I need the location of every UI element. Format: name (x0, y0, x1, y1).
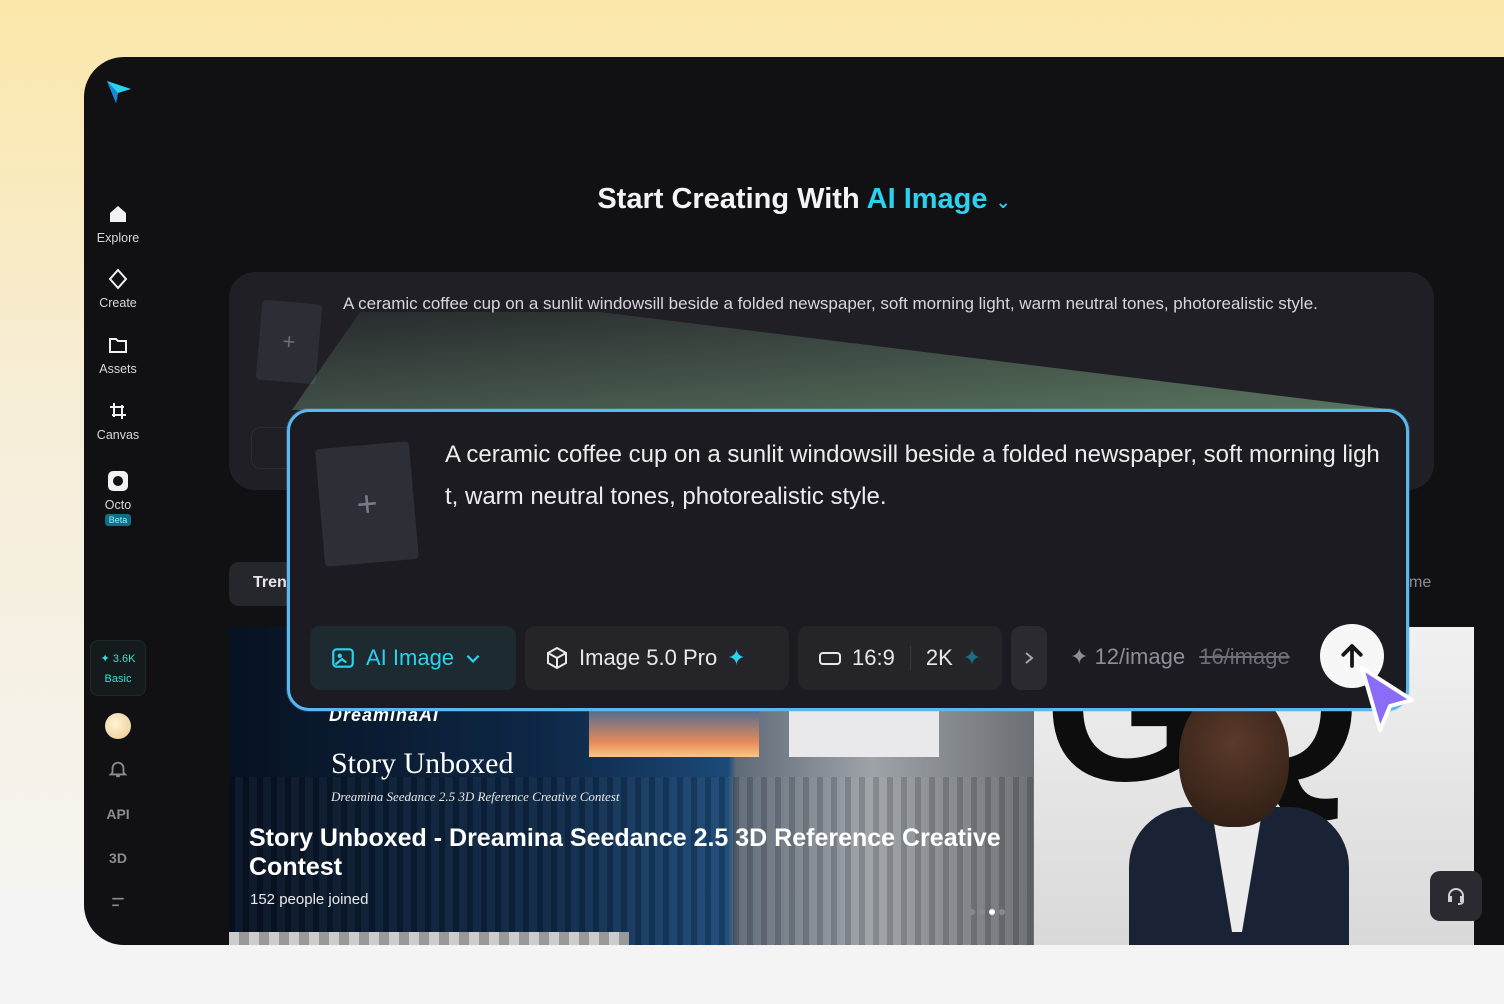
prompt-input-zoomed[interactable]: A ceramic coffee cup on a sunlit windows… (445, 434, 1390, 518)
mode-selector[interactable]: AI Image ⌄ (867, 183, 1011, 215)
ratio-resolution-selector[interactable]: 16:9 2K ✦ (798, 626, 1002, 690)
carousel-dots[interactable] (969, 902, 1009, 920)
banner-title: Story Unboxed - Dreamina Seedance 2.5 3D… (249, 824, 1001, 881)
avatar[interactable] (105, 713, 131, 739)
pointer-cursor-icon (1360, 666, 1414, 732)
credits-widget[interactable]: ✦ 3.6K Basic (90, 640, 146, 696)
divider (909, 646, 911, 670)
3d-link[interactable]: 3D (84, 850, 152, 866)
cost-original: 16/image (1199, 644, 1290, 669)
image-sparkle-icon (330, 645, 356, 671)
prompt-input[interactable]: A ceramic coffee cup on a sunlit windows… (343, 294, 1318, 314)
title-prefix: Start Creating With (597, 183, 860, 215)
sparkle-icon: ✦ (727, 645, 746, 670)
more-options-button[interactable] (1011, 626, 1047, 690)
api-link[interactable]: API (84, 806, 152, 822)
cost-value: 12/image (1094, 644, 1186, 669)
sidebar-item-canvas[interactable]: Canvas (84, 400, 152, 442)
mode-dropdown[interactable]: AI Image (310, 626, 516, 690)
banner-sky-image (589, 707, 759, 757)
mode-dropdown-label: AI Image (366, 645, 455, 670)
notification-bell-icon[interactable] (84, 759, 152, 782)
sparkle-diamond-icon (107, 268, 129, 290)
app-logo-icon[interactable] (104, 75, 134, 105)
support-headset-icon[interactable] (1430, 871, 1482, 921)
chevron-down-icon (464, 649, 482, 667)
sidebar-item-assets[interactable]: Assets (84, 334, 152, 376)
sparkle-icon: ✦ (100, 653, 110, 665)
sidebar-item-label: Octo (104, 498, 132, 512)
sidebar-item-label: Assets (99, 362, 137, 376)
beta-badge: Beta (104, 514, 132, 526)
crop-icon (107, 400, 129, 422)
folder-icon (107, 334, 129, 356)
octo-icon (107, 470, 129, 492)
plan-label: Basic (104, 673, 132, 685)
cost-display: ✦ 12/image 16/image (1070, 644, 1290, 670)
sidebar-item-label: Create (99, 296, 137, 310)
prompt-zoom-panel: + A ceramic coffee cup on a sunlit windo… (287, 409, 1409, 711)
aspect-ratio-icon (818, 646, 842, 670)
resolution-value: 2K (925, 645, 953, 670)
sidebar-item-create[interactable]: Create (84, 268, 152, 310)
sidebar-item-label: Explore (96, 231, 140, 245)
model-label: Image 5.0 Pro (579, 645, 718, 670)
sidebar-item-octo[interactable]: Octo Beta (84, 470, 152, 526)
sparkle-icon: ✦ (962, 645, 982, 670)
cube-icon (545, 646, 569, 670)
sparkle-icon: ✦ (1070, 644, 1089, 669)
add-reference-image-button[interactable]: + (315, 441, 419, 567)
mode-label: AI Image (866, 183, 988, 215)
gallery-strip (229, 932, 629, 945)
chevron-down-icon: ⌄ (995, 192, 1011, 212)
model-selector[interactable]: Image 5.0 Pro ✦ (525, 626, 789, 690)
sidebar-item-label: Canvas (96, 428, 140, 442)
tab-right[interactable]: me (1409, 574, 1431, 592)
ratio-value: 16:9 (852, 645, 895, 670)
menu-icon[interactable] (84, 893, 152, 914)
banner-joined-count: 152 people joined (250, 891, 369, 908)
page-title: Start Creating With AI Image ⌄ (84, 183, 1504, 216)
credits-amount: 3.6K (112, 653, 136, 665)
banner-subtitle: Dreamina Seedance 2.5 3D Reference Creat… (331, 789, 620, 804)
chevron-right-icon (1025, 652, 1034, 664)
banner-story-title: Story Unboxed (331, 747, 514, 780)
add-reference-image-button[interactable]: + (255, 299, 323, 385)
